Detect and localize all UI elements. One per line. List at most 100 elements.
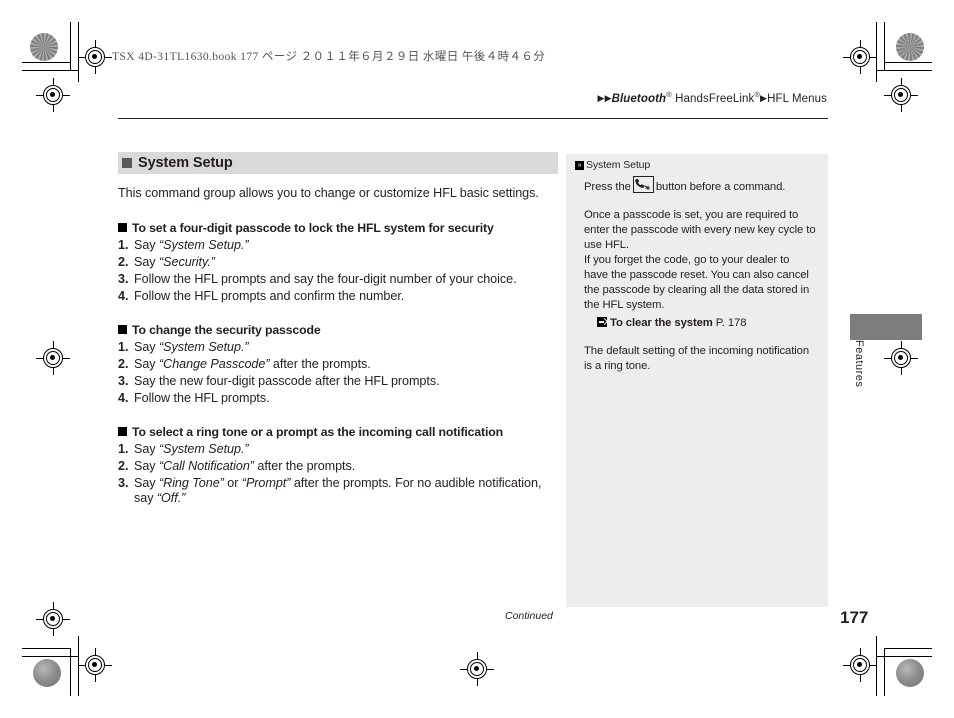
crop-line — [876, 636, 877, 696]
registration-mark-top-header — [78, 40, 112, 74]
arrow-right-icon — [597, 317, 607, 328]
crop-line — [22, 656, 78, 657]
registration-mark-top-left — [36, 78, 70, 112]
list-item: Say “Ring Tone” or “Prompt” after the pr… — [118, 476, 558, 507]
task-title: To select a ring tone or a prompt as the… — [118, 425, 558, 439]
section-header: System Setup — [118, 152, 558, 174]
step-text: Say — [134, 356, 159, 371]
crop-line — [78, 22, 79, 82]
list-item: Say “System Setup.” — [118, 442, 558, 457]
list-item: Say “Call Notification” after the prompt… — [118, 459, 558, 474]
crop-line — [70, 22, 71, 70]
list-item: Say “Change Passcode” after the prompts. — [118, 357, 558, 372]
step-text: Say — [134, 254, 159, 269]
sidenote-title: » System Setup — [575, 159, 816, 171]
list-item: Follow the HFL prompts and say the four-… — [118, 272, 558, 287]
breadcrumb-arrow-icon: ▶ — [760, 92, 768, 103]
step-quote-2: “Prompt” — [241, 475, 291, 490]
step-text-tail: after the prompts. — [253, 458, 356, 473]
sidenote-title-text: System Setup — [586, 159, 651, 171]
sidenote-panel: » System Setup Press the button before a c… — [566, 154, 828, 607]
print-file-header: TSX 4D-31TL1630.book 177 ページ ２０１１年６月２９日 … — [112, 51, 546, 63]
task-title: To change the security passcode — [118, 323, 558, 337]
crop-line — [22, 70, 78, 71]
step-quote: “Change Passcode” — [159, 356, 270, 371]
sidenote-body: Press the button before a command. Once a… — [575, 171, 816, 374]
section-bullet-icon — [122, 158, 132, 168]
registration-mark-top-right — [843, 40, 877, 74]
list-item: Say the new four-digit passcode after th… — [118, 374, 558, 389]
task-block: To change the security passcode Say “Sys… — [118, 323, 558, 406]
list-item: Say “System Setup.” — [118, 238, 558, 253]
step-list: Say “System Setup.” Say “Security.” Foll… — [118, 238, 558, 304]
crop-line — [876, 70, 932, 71]
main-content: System Setup This command group allows y… — [118, 152, 558, 506]
step-text: Follow the HFL prompts. — [134, 390, 270, 405]
crop-line — [22, 648, 70, 649]
crop-line — [884, 62, 932, 63]
registration-mark-bottom-center — [460, 652, 494, 686]
step-list: Say “System Setup.” Say “Change Passcode… — [118, 340, 558, 406]
print-color-blob-bottom-left — [33, 659, 61, 687]
breadcrumb-item-hfl-menus: HFL Menus — [767, 92, 827, 105]
crop-line — [884, 648, 932, 649]
step-text: Say — [134, 441, 159, 456]
step-text: Follow the HFL prompts and confirm the n… — [134, 288, 405, 303]
cross-reference-page: P. 178 — [715, 317, 747, 330]
step-quote: “System Setup.” — [159, 339, 249, 354]
step-text: Follow the HFL prompts and say the four-… — [134, 271, 517, 286]
step-quote: “System Setup.” — [159, 238, 249, 252]
cross-reference-label: To clear the system — [610, 317, 713, 330]
step-text-mid: or — [223, 475, 242, 490]
step-text: Say — [134, 475, 159, 490]
crop-line — [78, 636, 79, 696]
sidenote-paragraph-1: Press the button before a command. — [584, 176, 816, 195]
edge-tab-marker — [850, 314, 922, 340]
step-quote: “Security.” — [159, 254, 215, 269]
step-quote: “Call Notification” — [159, 458, 254, 473]
print-color-blob-top-left — [30, 33, 58, 61]
task-title: To set a four-digit passcode to lock the… — [118, 221, 558, 235]
list-item: Follow the HFL prompts. — [118, 391, 558, 406]
registration-mark-right-mid — [884, 341, 918, 375]
step-text: Say — [134, 339, 159, 354]
breadcrumb: ▶▶Bluetooth® HandsFreeLink®▶HFL Menus — [598, 90, 827, 105]
task-bullet-icon — [118, 324, 127, 334]
registration-mark-right-upper — [884, 78, 918, 112]
section-intro: This command group allows you to change … — [118, 186, 539, 200]
manual-page: { "print_header": "TSX 4D-31TL1630.book … — [0, 0, 954, 718]
sidenote-paragraph-2b: If you forget the code, go to your deale… — [584, 254, 810, 312]
registration-mark-left-mid — [36, 341, 70, 375]
hfl-talk-button-icon — [632, 176, 654, 193]
edge-tab-label: Features — [853, 340, 865, 388]
registration-mark-bottom-right — [843, 648, 877, 682]
step-text: Say the new four-digit passcode after th… — [134, 373, 440, 388]
print-color-blob-bottom-right — [896, 659, 924, 687]
list-item: Say “System Setup.” — [118, 340, 558, 355]
step-text: Say — [134, 458, 159, 473]
registration-mark-bottom-left — [36, 602, 70, 636]
task-block: To select a ring tone or a prompt as the… — [118, 425, 558, 506]
sidenote-text-before-icon: Press the — [584, 181, 631, 193]
breadcrumb-item-handsfreelink: HandsFreeLink — [675, 92, 755, 105]
task-bullet-icon — [118, 223, 127, 232]
task-block: To set a four-digit passcode to lock the… — [118, 221, 558, 304]
step-quote-3: “Off.” — [156, 490, 186, 505]
registration-mark-bottom-left-inner — [78, 648, 112, 682]
double-chevron-icon: » — [575, 161, 584, 170]
breadcrumb-registered-mark: ® — [666, 90, 672, 99]
crop-line — [876, 656, 932, 657]
header-rule — [118, 118, 828, 119]
breadcrumb-arrow-icon: ▶ — [604, 92, 612, 103]
cross-reference-link[interactable]: To clear the system P. 178 — [584, 316, 816, 331]
list-item: Follow the HFL prompts and confirm the n… — [118, 289, 558, 304]
list-item: Say “Security.” — [118, 255, 558, 270]
continued-label: Continued — [505, 610, 553, 622]
sidenote-text-after-icon: button before a command. — [655, 181, 786, 193]
breadcrumb-arrow-icon: ▶ — [597, 92, 605, 103]
sidenote-paragraph-2a: Once a passcode is set, you are required… — [584, 209, 816, 252]
print-color-blob-top-right — [896, 33, 924, 61]
page-title: System Setup — [138, 155, 233, 171]
